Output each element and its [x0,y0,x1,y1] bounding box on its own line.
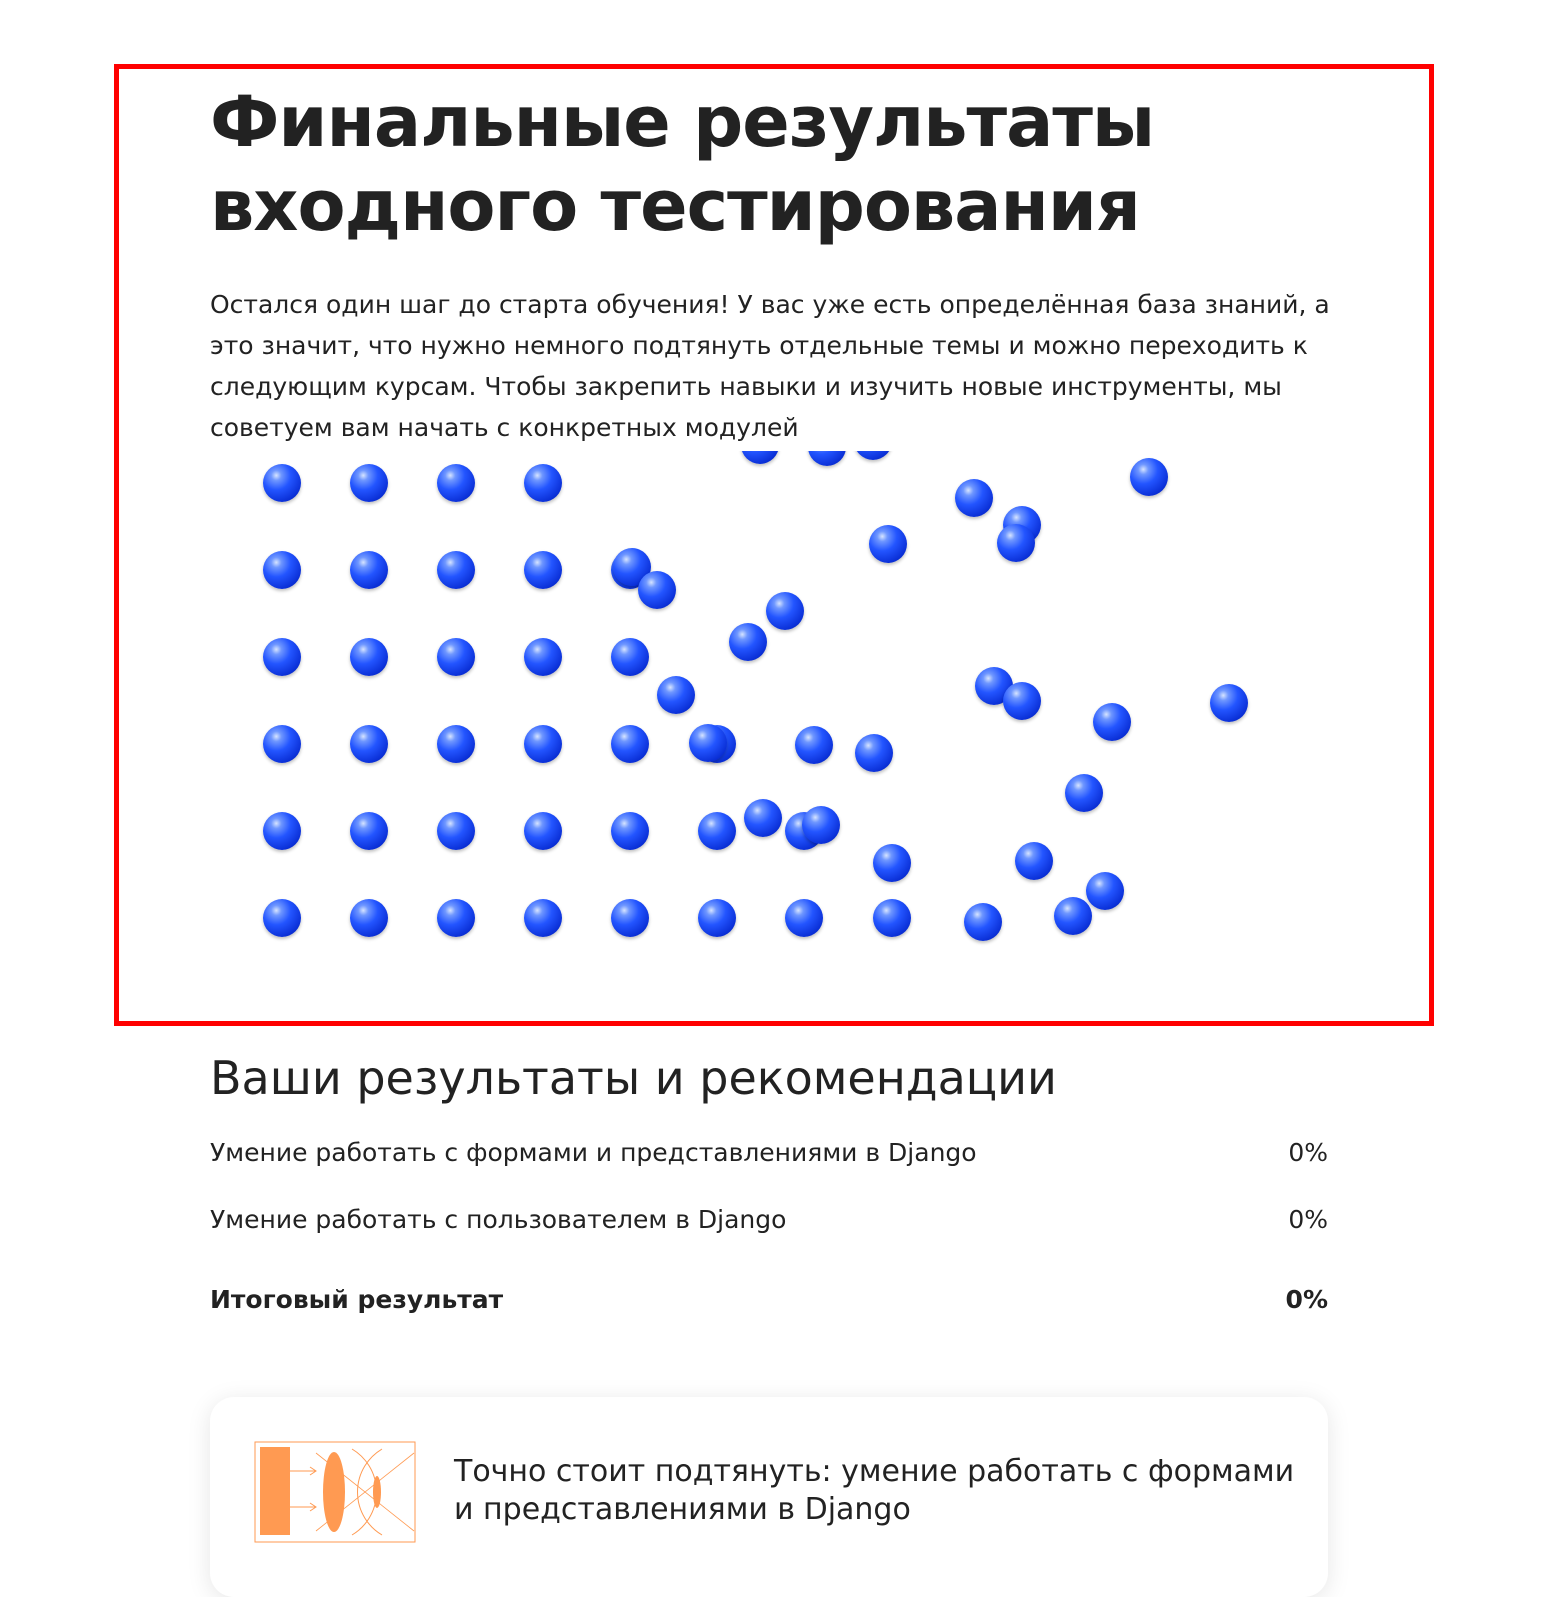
ball [1065,774,1103,812]
ball [955,479,993,517]
ball [350,638,388,676]
ball [524,899,562,937]
ball [263,899,301,937]
recommendation-card[interactable]: Точно стоит подтянуть: умение работать с… [210,1397,1328,1597]
ball [611,638,649,676]
ball [263,638,301,676]
ball [437,725,475,763]
ball [1015,842,1053,880]
ball [1130,458,1168,496]
ball [263,725,301,763]
ball [524,638,562,676]
ball [437,551,475,589]
ball [524,725,562,763]
ball [964,903,1002,941]
ball [855,734,893,772]
balls-illustration [210,451,1340,951]
intro-text: Остался один шаг до старта обучения! У в… [210,290,1330,442]
ball [350,551,388,589]
ball [638,571,676,609]
ball [698,899,736,937]
ball [854,451,892,460]
ball [729,623,767,661]
ball [263,464,301,502]
ball [741,451,779,464]
ball [873,899,911,937]
ball [263,812,301,850]
result-value: 0% [1288,1138,1328,1167]
lens-diagram-icon [254,1441,416,1543]
ball [689,724,727,762]
ball [350,812,388,850]
ball [808,451,846,466]
total-label: Итоговый результат [210,1285,504,1314]
ball [744,799,782,837]
ball [657,676,695,714]
result-label: Умение работать с пользователем в Django [210,1205,787,1234]
ball [698,812,736,850]
ball [997,524,1035,562]
ball [437,812,475,850]
ball [873,844,911,882]
ball [611,812,649,850]
ball [437,638,475,676]
total-value: 0% [1285,1285,1328,1314]
ball [1003,682,1041,720]
ball [1086,872,1124,910]
ball [1054,897,1092,935]
ball [611,725,649,763]
ball [350,899,388,937]
ball [1093,703,1131,741]
result-row-users: Умение работать с пользователем в Django… [210,1200,1328,1240]
ball [350,725,388,763]
ball [869,525,907,563]
ball [766,592,804,630]
ball [437,464,475,502]
ball [785,899,823,937]
ball [524,551,562,589]
result-row-forms: Умение работать с формами и представлени… [210,1133,1328,1173]
ball [1210,684,1248,722]
result-row-total: Итоговый результат 0% [210,1280,1328,1320]
ball [437,899,475,937]
ball [350,464,388,502]
recommendation-text: Точно стоит подтянуть: умение работать с… [454,1454,1295,1527]
ball [263,551,301,589]
ball [524,464,562,502]
ball [611,899,649,937]
results-title: Ваши результаты и рекомендации [210,1051,1057,1105]
ball [795,726,833,764]
page-title: Финальные результаты входного тестирован… [210,81,1155,247]
result-label: Умение работать с формами и представлени… [210,1138,977,1167]
result-value: 0% [1288,1205,1328,1234]
ball [524,812,562,850]
ball [802,806,840,844]
